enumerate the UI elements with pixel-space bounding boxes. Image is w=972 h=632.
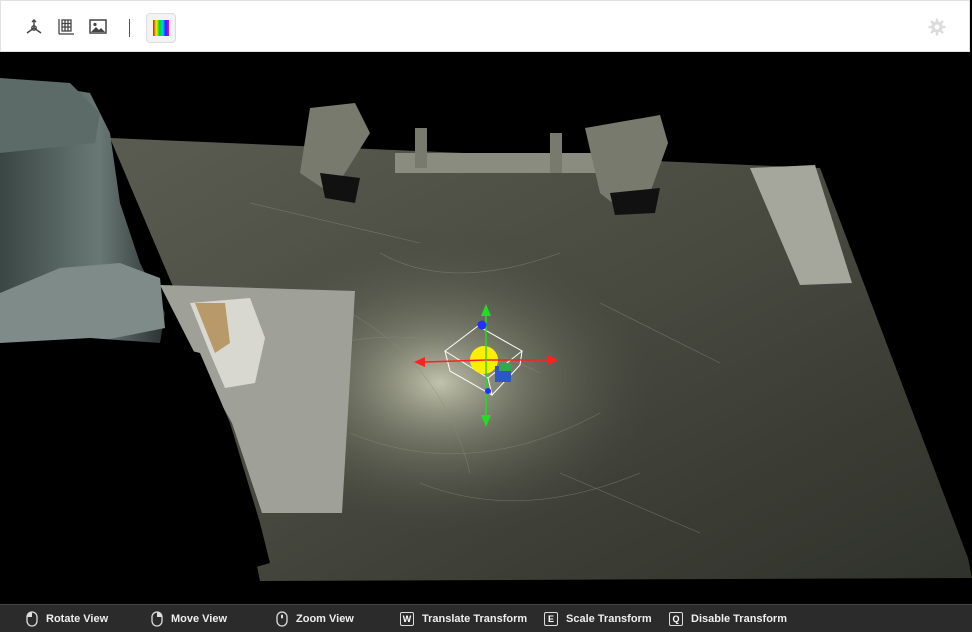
hint-label: Scale Transform <box>566 613 652 625</box>
key-w: W <box>400 612 414 626</box>
key-e: E <box>544 612 558 626</box>
hint-label: Translate Transform <box>422 613 528 625</box>
hint-move-view: Move View <box>151 611 227 627</box>
point-cloud-viewport[interactable] <box>0 53 972 603</box>
mouse-left-icon <box>26 611 38 627</box>
toolbar-separator <box>129 19 130 37</box>
image-icon[interactable] <box>86 15 110 39</box>
hint-scale-transform: E Scale Transform <box>544 611 652 627</box>
hint-zoom-view: Zoom View <box>276 611 354 627</box>
status-bar: Rotate View Move View Zoom View W Transl… <box>0 604 972 632</box>
hint-translate-transform: W Translate Transform <box>400 611 527 627</box>
mouse-right-icon <box>151 611 163 627</box>
mouse-wheel-icon <box>276 611 288 627</box>
point-cloud-scene <box>0 78 972 583</box>
grid-icon[interactable] <box>54 15 78 39</box>
hint-label: Zoom View <box>296 613 354 625</box>
hint-rotate-view: Rotate View <box>26 611 108 627</box>
axes-3d-icon[interactable] <box>22 15 46 39</box>
hint-disable-transform: Q Disable Transform <box>669 611 787 627</box>
hint-label: Disable Transform <box>691 613 787 625</box>
settings-gear-icon[interactable] <box>925 15 949 39</box>
hint-label: Rotate View <box>46 613 109 625</box>
color-spectrum-icon[interactable] <box>146 13 176 43</box>
key-q: Q <box>669 612 683 626</box>
top-toolbar <box>0 0 970 52</box>
hint-label: Move View <box>171 613 228 625</box>
